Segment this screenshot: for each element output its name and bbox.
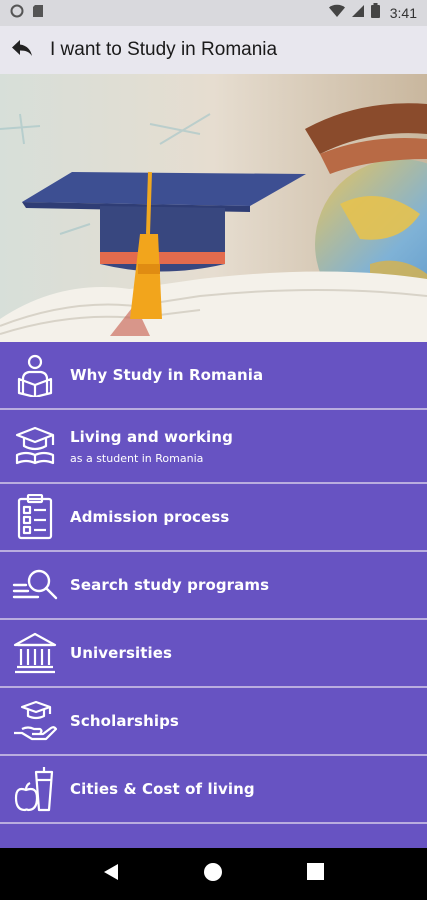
checklist-clipboard-icon bbox=[0, 494, 70, 540]
menu-label: Admission process bbox=[70, 508, 230, 526]
menu-item-scholarships[interactable]: Scholarships bbox=[0, 688, 427, 754]
hero-image bbox=[0, 74, 427, 342]
battery-icon bbox=[370, 3, 380, 23]
menu-label: Cities & Cost of living bbox=[70, 780, 255, 798]
back-button[interactable] bbox=[2, 26, 42, 74]
status-time: 3:41 bbox=[389, 5, 417, 21]
nav-home-button[interactable] bbox=[193, 854, 233, 894]
menu-item-why-study[interactable]: Why Study in Romania bbox=[0, 342, 427, 408]
menu-item-cities-cost[interactable]: Cities & Cost of living bbox=[0, 756, 427, 822]
university-building-icon bbox=[0, 631, 70, 675]
menu-item-search-programs[interactable]: Search study programs bbox=[0, 552, 427, 618]
system-nav-bar bbox=[0, 848, 427, 900]
back-triangle-icon bbox=[103, 863, 119, 886]
search-magnifier-icon bbox=[0, 567, 70, 603]
menu-label: Scholarships bbox=[70, 712, 179, 730]
nav-recents-button[interactable] bbox=[296, 854, 336, 894]
wifi-icon bbox=[328, 4, 345, 23]
status-bar: 3:41 bbox=[0, 0, 427, 26]
nav-back-button[interactable] bbox=[91, 854, 131, 894]
notification-circle-icon bbox=[10, 4, 24, 23]
menu-item-universities[interactable]: Universities bbox=[0, 620, 427, 686]
menu-label: Universities bbox=[70, 644, 173, 662]
app-bar: I want to Study in Romania bbox=[0, 26, 427, 74]
apple-cup-icon bbox=[0, 766, 70, 812]
menu-item-partial[interactable] bbox=[0, 824, 427, 848]
menu-label: Living and working bbox=[70, 427, 233, 446]
menu-item-admission[interactable]: Admission process bbox=[0, 484, 427, 550]
back-arrow-icon bbox=[11, 39, 33, 62]
hand-graduation-cap-icon bbox=[0, 699, 70, 743]
menu-sublabel: as a student in Romania bbox=[70, 451, 204, 465]
page-title: I want to Study in Romania bbox=[50, 39, 278, 60]
recents-square-icon bbox=[307, 863, 325, 885]
menu-label: Why Study in Romania bbox=[70, 366, 264, 384]
home-circle-icon bbox=[203, 862, 223, 887]
menu-list: Why Study in Romania Living and working … bbox=[0, 342, 427, 848]
menu-label: Search study programs bbox=[70, 576, 270, 594]
student-reading-icon bbox=[0, 353, 70, 397]
menu-item-living-working[interactable]: Living and working as a student in Roman… bbox=[0, 410, 427, 482]
signal-icon bbox=[351, 4, 365, 23]
graduation-cap-book-icon bbox=[0, 425, 70, 467]
sd-card-icon bbox=[32, 4, 44, 23]
